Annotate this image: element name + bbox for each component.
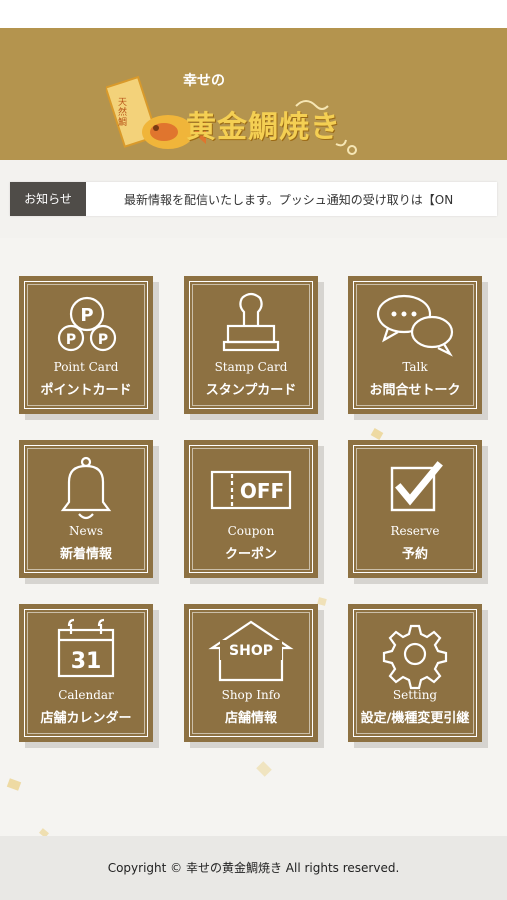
menu-tile-news[interactable]: News 新着情報: [19, 440, 153, 578]
chat-bubbles-icon: [376, 294, 454, 357]
shop-icon: SHOP: [208, 620, 294, 682]
menu-tile-jp: 店舗カレンダー: [40, 711, 132, 726]
menu-tile-en: Shop Info: [221, 688, 281, 702]
status-bar: [0, 0, 507, 28]
menu-tile-jp: クーポン: [224, 547, 277, 562]
coupon-icon: OFF: [210, 470, 292, 510]
notice-ticker[interactable]: 最新情報を配信いたします。プッシュ通知の受け取りは【ON: [124, 182, 497, 216]
menu-tile-jp: ポイントカード: [40, 383, 132, 398]
menu-tile-en: Point Card: [53, 360, 119, 374]
menu-tile-jp: スタンプカード: [205, 383, 297, 398]
svg-text:P: P: [80, 305, 93, 326]
copyright-text: Copyright © 幸せの黄金鯛焼き All rights reserved…: [107, 861, 400, 875]
menu-tile-point-card[interactable]: P P P Point Card ポイントカード: [19, 276, 153, 414]
logo-main-text: 黄金鯛焼き: [186, 110, 341, 145]
notice-label: お知らせ: [10, 182, 86, 216]
menu-tile-calendar[interactable]: 31 Calendar 店舗カレンダー: [19, 604, 153, 742]
menu-tile-en: Coupon: [227, 524, 275, 538]
menu-tile-en: Setting: [392, 688, 438, 702]
menu-tile-en: Stamp Card: [214, 360, 288, 374]
calendar-icon: 31: [57, 618, 115, 678]
menu-tile-en: Reserve: [390, 524, 440, 538]
gear-icon: [382, 624, 448, 690]
menu-tile-shop-info[interactable]: SHOP Shop Info 店舗情報: [184, 604, 318, 742]
menu-tile-jp: 予約: [401, 547, 428, 562]
menu-tile-jp: 店舗情報: [224, 711, 277, 726]
calendar-icon-text: 31: [71, 649, 102, 674]
bell-icon: [60, 456, 112, 520]
stamp-icon: [222, 292, 280, 352]
logo-small-text: 幸せの: [183, 73, 225, 89]
menu-tile-en: News: [68, 524, 104, 538]
point-card-icon: P P P: [57, 296, 117, 352]
notice-bar[interactable]: お知らせ 最新情報を配信いたします。プッシュ通知の受け取りは【ON: [10, 182, 497, 216]
menu-tile-jp: お問合せトーク: [369, 383, 461, 398]
menu-tile-stamp-card[interactable]: Stamp Card スタンプカード: [184, 276, 318, 414]
logo-tag: 天然鯛: [118, 98, 128, 128]
footer: Copyright © 幸せの黄金鯛焼き All rights reserved…: [0, 836, 507, 900]
svg-text:P: P: [98, 332, 108, 348]
menu-tile-setting[interactable]: Setting 設定/機種変更引継: [348, 604, 482, 742]
menu-tile-en: Talk: [402, 360, 428, 374]
menu-tile-jp: 新着情報: [59, 547, 112, 562]
svg-text:P: P: [66, 332, 76, 348]
menu-tile-jp: 設定/機種変更引継: [360, 711, 470, 726]
menu-tile-en: Calendar: [58, 688, 114, 702]
menu-tile-reserve[interactable]: Reserve 予約: [348, 440, 482, 578]
coupon-icon-text: OFF: [240, 479, 284, 503]
checkbox-icon: [390, 461, 443, 512]
menu-tile-coupon[interactable]: OFF Coupon クーポン: [184, 440, 318, 578]
header: 幸せの 天然鯛 黄金鯛焼き: [0, 28, 507, 160]
shop-icon-text: SHOP: [229, 643, 273, 659]
menu-tile-talk[interactable]: Talk お問合せトーク: [348, 276, 482, 414]
